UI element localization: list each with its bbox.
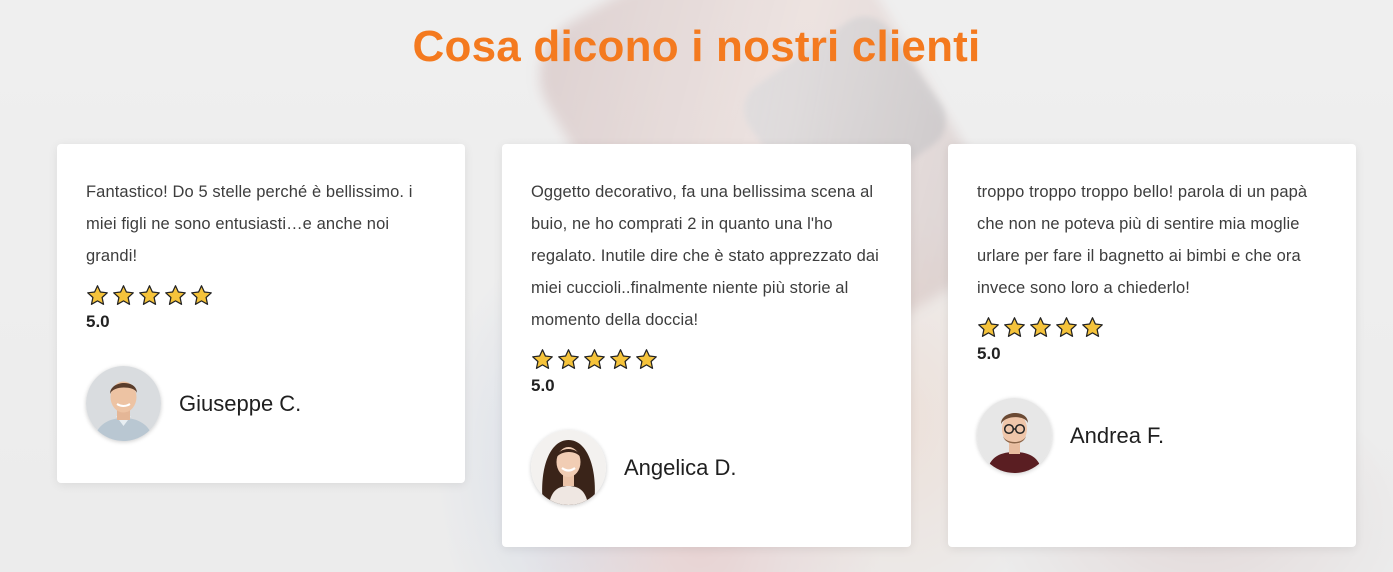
star-icon [113, 284, 134, 305]
star-rating [86, 284, 437, 306]
section-title: Cosa dicono i nostri clienti [412, 22, 981, 71]
star-icon [1030, 316, 1051, 337]
star-icon [636, 348, 657, 369]
star-icon [1004, 316, 1025, 337]
review-text: Oggetto decorativo, fa una bellissima sc… [531, 183, 879, 329]
star-icon [610, 348, 631, 369]
star-icon [558, 348, 579, 369]
star-icon [584, 348, 605, 369]
testimonial-card: troppo troppo troppo bello! parola di un… [948, 144, 1356, 547]
star-rating [531, 348, 883, 370]
rating-value: 5.0 [977, 344, 1001, 363]
author-name: Giuseppe C. [179, 390, 302, 416]
star-icon [139, 284, 160, 305]
review-text: Fantastico! Do 5 stelle perché è belliss… [86, 183, 413, 265]
author: Giuseppe C. [86, 366, 437, 441]
star-icon [1082, 316, 1103, 337]
star-icon [165, 284, 186, 305]
author: Angelica D. [531, 430, 883, 505]
woman-avatar-icon [531, 430, 606, 505]
testimonial-card: Oggetto decorativo, fa una bellissima sc… [502, 144, 911, 547]
review-text: troppo troppo troppo bello! parola di un… [977, 183, 1308, 297]
star-icon [1056, 316, 1077, 337]
star-icon [87, 284, 108, 305]
star-icon [532, 348, 553, 369]
rating-value: 5.0 [531, 376, 555, 395]
author-name: Andrea F. [1070, 422, 1165, 448]
star-icon [978, 316, 999, 337]
author: Andrea F. [977, 398, 1328, 473]
man-avatar-icon [86, 366, 161, 441]
rating-value: 5.0 [86, 312, 110, 331]
star-rating [977, 316, 1328, 338]
testimonial-card: Fantastico! Do 5 stelle perché è belliss… [57, 144, 465, 483]
author-name: Angelica D. [624, 454, 737, 480]
man-glasses-avatar-icon [977, 398, 1052, 473]
star-icon [191, 284, 212, 305]
